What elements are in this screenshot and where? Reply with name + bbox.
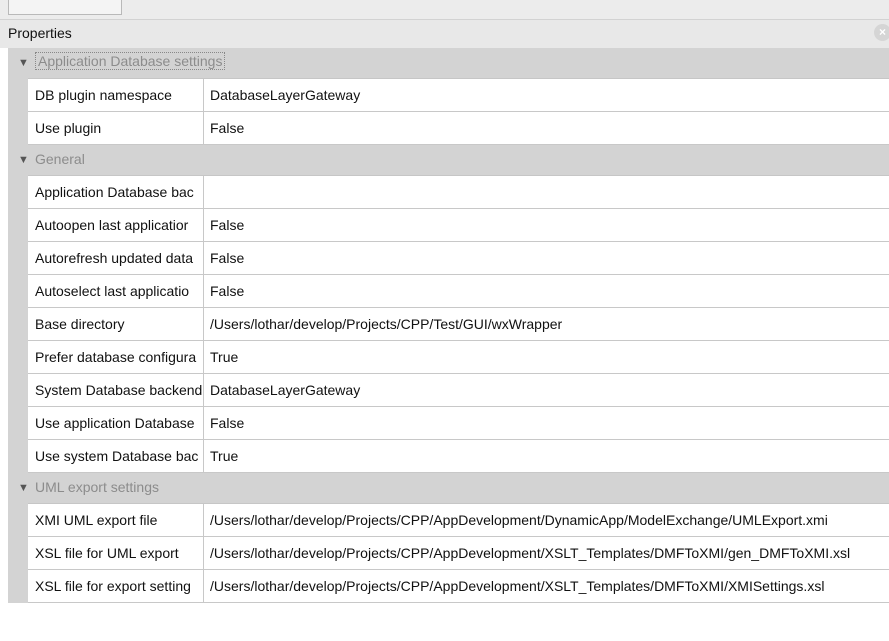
row-gutter — [8, 274, 28, 308]
property-name: Use application Database — [28, 407, 204, 439]
property-name: Prefer database configura — [28, 341, 204, 373]
property-name: XMI UML export file — [28, 504, 204, 536]
row-gutter — [8, 406, 28, 440]
property-row[interactable]: XSL file for UML export /Users/lothar/de… — [8, 536, 889, 570]
property-row[interactable]: Use application Database False — [8, 406, 889, 440]
row-gutter — [8, 241, 28, 275]
category-label: UML export settings — [35, 479, 159, 495]
property-value[interactable]: True — [204, 341, 889, 373]
tab-stub[interactable] — [8, 0, 122, 15]
row-gutter — [8, 569, 28, 603]
property-row[interactable]: Application Database bac — [8, 175, 889, 209]
property-row[interactable]: Use system Database bac True — [8, 439, 889, 473]
property-name: XSL file for UML export — [28, 537, 204, 569]
category-application-database-settings[interactable]: ▼ Application Database settings — [8, 48, 889, 79]
property-row[interactable]: XMI UML export file /Users/lothar/develo… — [8, 503, 889, 537]
property-name: DB plugin namespace — [28, 79, 204, 111]
property-value[interactable]: /Users/lothar/develop/Projects/CPP/AppDe… — [204, 570, 889, 602]
property-value[interactable]: /Users/lothar/develop/Projects/CPP/AppDe… — [204, 504, 889, 536]
property-value[interactable] — [204, 176, 889, 208]
property-name: Use system Database bac — [28, 440, 204, 472]
properties-panel: Properties × ▼ Application Database sett… — [0, 20, 889, 641]
category-general[interactable]: ▼ General — [8, 145, 889, 176]
row-gutter — [8, 503, 28, 537]
property-row[interactable]: Prefer database configura True — [8, 340, 889, 374]
category-uml-export-settings[interactable]: ▼ UML export settings — [8, 473, 889, 504]
property-row[interactable]: DB plugin namespace DatabaseLayerGateway — [8, 78, 889, 112]
property-name: Autoopen last applicatior — [28, 209, 204, 241]
panel-title: Properties — [8, 25, 72, 41]
row-gutter — [8, 208, 28, 242]
panel-titlebar: Properties × — [0, 20, 889, 48]
row-gutter — [8, 175, 28, 209]
property-value[interactable]: /Users/lothar/develop/Projects/CPP/Test/… — [204, 308, 889, 340]
expanded-triangle-icon[interactable]: ▼ — [18, 57, 29, 69]
property-value[interactable]: /Users/lothar/develop/Projects/CPP/AppDe… — [204, 537, 889, 569]
property-row[interactable]: Base directory /Users/lothar/develop/Pro… — [8, 307, 889, 341]
property-row[interactable]: Autorefresh updated data False — [8, 241, 889, 275]
expanded-triangle-icon[interactable]: ▼ — [18, 482, 29, 494]
property-name: XSL file for export setting — [28, 570, 204, 602]
property-row[interactable]: XSL file for export setting /Users/lotha… — [8, 569, 889, 603]
property-name: Autorefresh updated data — [28, 242, 204, 274]
category-label: Application Database settings — [35, 52, 226, 70]
close-icon[interactable]: × — [874, 24, 889, 41]
property-value[interactable]: DatabaseLayerGateway — [204, 79, 889, 111]
property-row[interactable]: Autoselect last applicatio False — [8, 274, 889, 308]
property-value[interactable]: False — [204, 275, 889, 307]
property-name: Base directory — [28, 308, 204, 340]
property-name: Application Database bac — [28, 176, 204, 208]
row-gutter — [8, 536, 28, 570]
row-gutter — [8, 307, 28, 341]
row-gutter — [8, 373, 28, 407]
property-value[interactable]: False — [204, 407, 889, 439]
row-gutter — [8, 340, 28, 374]
row-gutter — [8, 78, 28, 112]
property-row[interactable]: System Database backend DatabaseLayerGat… — [8, 373, 889, 407]
property-grid: ▼ Application Database settings DB plugi… — [8, 48, 889, 603]
top-tab-strip — [0, 0, 889, 20]
category-label: General — [35, 151, 85, 167]
property-value[interactable]: False — [204, 112, 889, 144]
property-name: System Database backend — [28, 374, 204, 406]
property-name: Autoselect last applicatio — [28, 275, 204, 307]
row-gutter — [8, 439, 28, 473]
property-row[interactable]: Use plugin False — [8, 111, 889, 145]
property-row[interactable]: Autoopen last applicatior False — [8, 208, 889, 242]
property-value[interactable]: False — [204, 242, 889, 274]
property-name: Use plugin — [28, 112, 204, 144]
property-value[interactable]: False — [204, 209, 889, 241]
property-value[interactable]: True — [204, 440, 889, 472]
expanded-triangle-icon[interactable]: ▼ — [18, 154, 29, 166]
property-value[interactable]: DatabaseLayerGateway — [204, 374, 889, 406]
row-gutter — [8, 111, 28, 145]
